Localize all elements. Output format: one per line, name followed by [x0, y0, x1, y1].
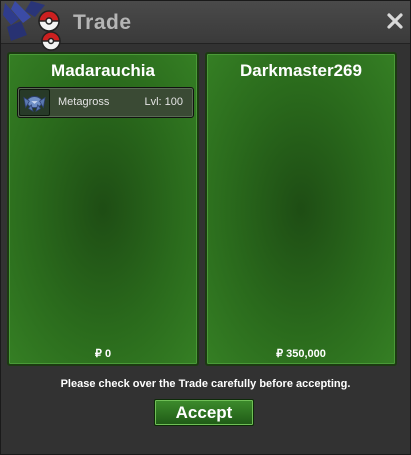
my-money-offer: ₽ 0 [94, 348, 112, 360]
trade-window: Trade Madarauchia Metagross Lvl: 100 ₽ 0… [0, 0, 411, 455]
title-bar: Trade [1, 1, 410, 51]
pokemon-level: Lvl: 100 [144, 96, 183, 108]
offered-pokemon-item[interactable]: Metagross Lvl: 100 [17, 87, 194, 118]
trade-notice: Please check over the Trade carefully be… [60, 378, 351, 390]
window-title: Trade [73, 11, 132, 34]
partner-offer-panel: Darkmaster269 ₽ 350,000 [205, 52, 397, 366]
accept-button[interactable]: Accept [154, 399, 254, 426]
metagross-sprite-icon [19, 89, 50, 116]
player-name: Madarauchia [51, 61, 155, 80]
trainer-logo-icon [3, 1, 61, 51]
partner-money-offer: ₽ 350,000 [276, 348, 326, 360]
my-offer-panel: Madarauchia Metagross Lvl: 100 ₽ 0 [7, 52, 199, 366]
pokemon-name: Metagross [58, 96, 110, 108]
close-icon[interactable] [386, 12, 404, 30]
partner-name: Darkmaster269 [240, 61, 362, 80]
